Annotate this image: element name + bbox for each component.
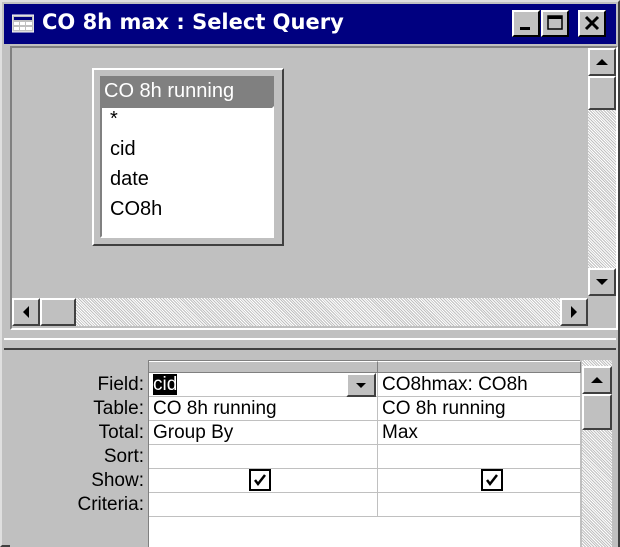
vertical-scroll-thumb[interactable] [588,76,616,110]
arrow-right-icon [571,306,577,318]
grid-cell-total[interactable]: Max [378,421,581,445]
scroll-down-button[interactable] [588,268,616,296]
row-label-table: Table: [93,398,144,419]
title-bar[interactable]: CO 8h max : Select Query [4,4,616,44]
table-pane-horizontal-scrollbar[interactable] [12,298,588,326]
dropdown-arrow-icon [356,383,366,388]
show-checkbox[interactable] [481,469,503,491]
row-label-sort: Sort: [103,446,144,467]
field-dropdown-button[interactable] [346,373,376,397]
field-item-co8h[interactable]: CO8h [110,198,162,221]
grid-cell-sort[interactable] [149,445,378,469]
arrow-up-icon [591,377,603,383]
query-icon[interactable] [11,13,35,33]
field-value-selected[interactable]: cid [153,374,178,395]
grid-cell-field[interactable]: cid [149,373,378,397]
pane-splitter[interactable] [4,338,616,350]
row-label-field: Field: [97,374,144,395]
grid-cell-show[interactable] [149,469,378,493]
grid-cell-total[interactable]: Group By [149,421,378,445]
field-item-cid[interactable]: cid [110,138,136,161]
arrow-up-icon [596,59,608,65]
grid-cell-field[interactable]: CO8hmax: CO8h [378,373,581,397]
maximize-button[interactable] [541,10,569,37]
grid-cell-show[interactable] [378,469,581,493]
field-item-date[interactable]: date [110,168,149,191]
grid-vertical-scrollbar[interactable] [582,360,612,547]
scroll-up-button[interactable] [588,48,616,76]
scroll-right-button[interactable] [560,298,588,326]
field-list-title[interactable]: CO 8h running [100,76,274,106]
query-window: CO 8h max : Select Query CO 8h running *… [0,0,620,547]
close-icon [584,15,600,31]
arrow-left-icon [23,306,29,318]
checkmark-icon [254,474,266,487]
minimize-button[interactable] [512,10,540,37]
grid-scroll-up-button[interactable] [582,366,612,394]
grid-cell-table[interactable]: CO 8h running [149,397,378,421]
arrow-down-icon [596,279,608,285]
field-list-body: * cid date CO8h [100,106,274,238]
horizontal-scroll-thumb[interactable] [40,298,76,326]
window-title: CO 8h max : Select Query [42,10,344,34]
table-pane: CO 8h running * cid date CO8h [10,46,618,330]
row-label-total: Total: [98,422,144,443]
field-list[interactable]: CO 8h running * cid date CO8h [92,68,284,246]
field-item-all[interactable]: * [110,108,118,131]
grid-cell-criteria[interactable] [378,493,581,517]
column-selector[interactable] [378,361,581,373]
grid-cell-table[interactable]: CO 8h running [378,397,581,421]
show-checkbox[interactable] [249,469,271,491]
design-grid: cid CO 8h running Group By CO8hmax: CO8h… [148,360,581,547]
scrollbar-corner [588,298,616,326]
maximize-icon [547,15,563,30]
grid-scroll-thumb[interactable] [582,394,612,430]
close-button[interactable] [578,10,606,37]
minimize-icon [520,27,530,30]
grid-cell-criteria[interactable] [149,493,378,517]
scroll-left-button[interactable] [12,298,40,326]
row-label-show: Show: [91,470,144,491]
checkmark-icon [486,474,498,487]
table-pane-vertical-scrollbar[interactable] [588,48,616,296]
grid-cell-sort[interactable] [378,445,581,469]
column-selector[interactable] [149,361,378,373]
row-label-criteria: Criteria: [77,494,144,515]
design-grid-pane: Field: Table: Total: Sort: Show: Criteri… [10,354,618,547]
